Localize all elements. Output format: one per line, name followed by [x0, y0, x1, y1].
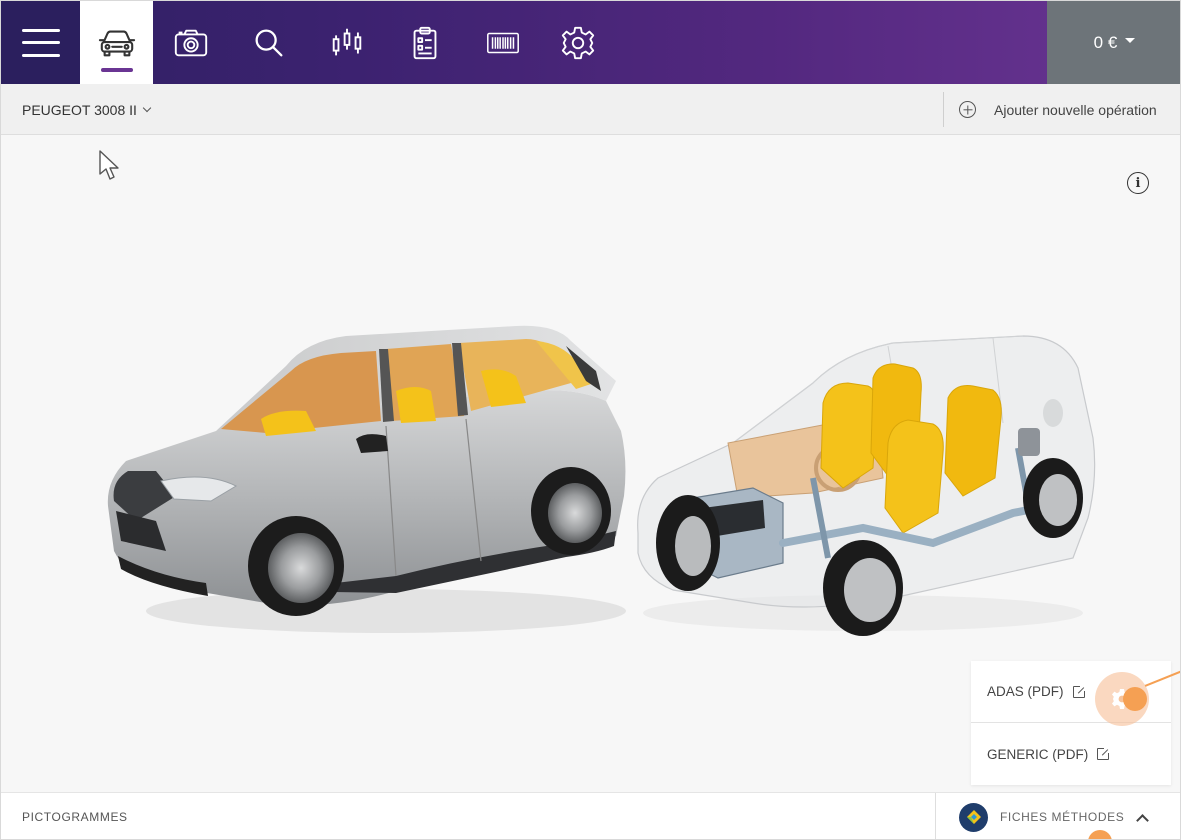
hotspot-marker[interactable] [1123, 687, 1147, 711]
hamburger-menu-button[interactable] [1, 1, 80, 84]
fiches-methodes-toggle[interactable]: FICHES MÉTHODES [959, 793, 1150, 839]
info-glyph: i [1135, 175, 1141, 191]
vehicle-bar: PEUGEOT 3008 II Ajouter nouvelle opérati… [1, 84, 1180, 135]
tab-search[interactable] [233, 1, 305, 84]
chevron-up-icon [1136, 813, 1150, 827]
gear-icon [561, 26, 595, 59]
tab-settings[interactable] [542, 1, 614, 84]
vehicle-model-label: PEUGEOT 3008 II [22, 101, 137, 118]
subbar-divider [943, 92, 944, 127]
plus-circle-icon [959, 101, 976, 118]
cart-total-dropdown[interactable]: 0 € [1047, 1, 1180, 84]
bottom-bar: PICTOGRAMMES FICHES MÉTHODES [1, 792, 1180, 839]
car-exterior-image[interactable] [96, 321, 636, 641]
generic-pdf-link[interactable]: GENERIC (PDF) [971, 723, 1171, 785]
fiches-methodes-label: FICHES MÉTHODES [1000, 810, 1125, 824]
bottombar-divider [935, 793, 936, 839]
chevron-down-icon [142, 103, 152, 112]
external-link-icon [1097, 746, 1112, 760]
adas-pdf-label: ADAS (PDF) [987, 684, 1064, 699]
tab-vehicle[interactable] [80, 1, 153, 84]
mouse-cursor-icon [99, 150, 119, 180]
tab-checklist[interactable] [389, 1, 461, 84]
candlestick-icon [332, 28, 362, 55]
add-operation-label: Ajouter nouvelle opération [994, 101, 1157, 118]
search-icon [255, 29, 283, 56]
app-frame: 0 € PEUGEOT 3008 II Ajouter nouvelle opé… [0, 0, 1181, 840]
pictogrammes-label: PICTOGRAMMES [22, 810, 128, 824]
barcode-icon [487, 32, 519, 53]
external-link-icon [1072, 683, 1087, 698]
camera-icon [174, 29, 208, 56]
active-tab-indicator [101, 68, 133, 72]
car-icon [98, 30, 135, 56]
add-operation-button[interactable]: Ajouter nouvelle opération [959, 84, 1157, 135]
cart-total-value: 0 € [1093, 32, 1118, 52]
pictogrammes-tab[interactable]: PICTOGRAMMES [22, 793, 128, 839]
top-toolbar: 0 € [1, 1, 1180, 84]
info-icon[interactable]: i [1127, 172, 1149, 194]
tab-barcode[interactable] [467, 1, 539, 84]
hamburger-icon [21, 28, 60, 57]
clipboard-icon [413, 26, 437, 59]
tab-analysis[interactable] [311, 1, 383, 84]
brand-logo-icon [959, 802, 988, 832]
vehicle-model-select[interactable]: PEUGEOT 3008 II [22, 84, 152, 135]
caret-down-icon [1125, 38, 1136, 43]
car-cutaway-image[interactable] [633, 328, 1103, 638]
tab-camera[interactable] [155, 1, 227, 84]
generic-pdf-label: GENERIC (PDF) [987, 746, 1089, 762]
